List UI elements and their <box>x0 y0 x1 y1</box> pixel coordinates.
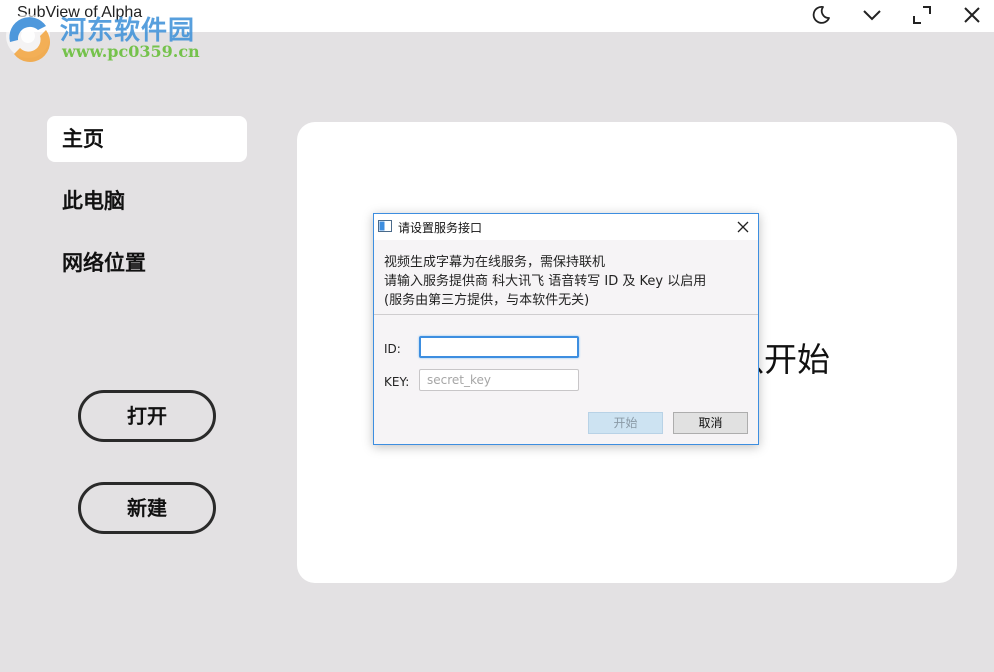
key-label: KEY: <box>384 375 410 389</box>
dialog-divider <box>374 314 758 315</box>
dialog-close-button[interactable] <box>734 218 752 236</box>
watermark-logo-icon <box>6 14 50 62</box>
maximize-icon <box>913 6 931 24</box>
dialog-message-line1: 视频生成字幕为在线服务，需保持联机 <box>384 255 606 270</box>
service-settings-dialog: 请设置服务接口 视频生成字幕为在线服务，需保持联机 请输入服务提供商 科大讯飞 … <box>373 213 759 445</box>
new-button[interactable]: 新建 <box>78 482 216 534</box>
open-button[interactable]: 打开 <box>78 390 216 442</box>
id-field[interactable] <box>419 336 579 358</box>
sidebar-item-network[interactable]: 网络位置 <box>47 240 247 286</box>
sidebar-item-label: 网络位置 <box>62 251 146 275</box>
window-icon <box>378 220 392 232</box>
theme-toggle-button[interactable] <box>807 3 835 27</box>
sidebar-item-label: 此电脑 <box>62 189 125 213</box>
id-label: ID: <box>384 342 401 356</box>
sidebar-item-this-pc[interactable]: 此电脑 <box>47 178 247 224</box>
close-icon <box>964 7 980 23</box>
dialog-message-line2: 请输入服务提供商 科大讯飞 语音转写 ID 及 Key 以启用 <box>384 274 707 289</box>
dialog-title-bar: 请设置服务接口 <box>374 214 758 240</box>
close-button[interactable] <box>958 3 986 27</box>
minimize-button[interactable] <box>858 3 886 27</box>
maximize-button[interactable] <box>908 3 936 27</box>
sidebar-item-label: 主页 <box>62 127 104 151</box>
close-icon <box>737 221 749 233</box>
dialog-title: 请设置服务接口 <box>398 221 483 235</box>
collapse-icon <box>863 10 881 21</box>
sidebar-item-home[interactable]: 主页 <box>47 116 247 162</box>
key-field[interactable] <box>419 369 579 391</box>
watermark-url: www.pc0359.cn <box>62 42 200 61</box>
cancel-button[interactable]: 取消 <box>673 412 748 434</box>
theme-icon <box>812 6 830 24</box>
start-button[interactable]: 开始 <box>588 412 663 434</box>
dialog-message-line3: (服务由第三方提供，与本软件无关) <box>384 293 590 308</box>
